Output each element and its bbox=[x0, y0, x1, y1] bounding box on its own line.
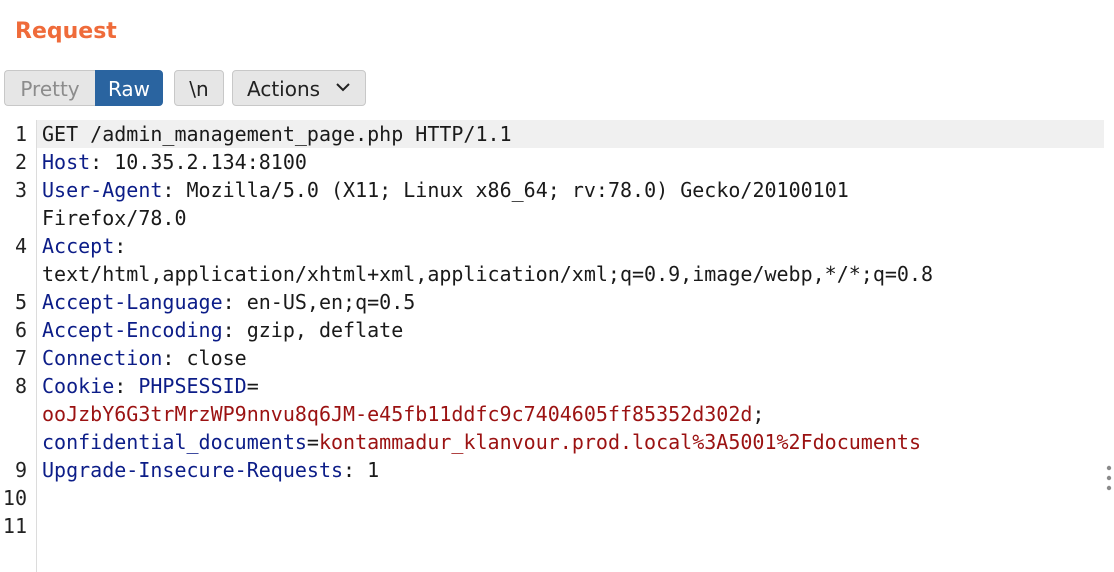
line-number: 6 bbox=[14, 318, 27, 342]
raw-tab[interactable]: Raw bbox=[95, 70, 163, 106]
cookie-entry: ooJzbY6G3trMrzWP9nnvu8q6JM-e45fb11ddfc9c… bbox=[42, 402, 765, 426]
header-host: Host: 10.35.2.134:8100 bbox=[42, 150, 307, 174]
chevron-down-icon bbox=[336, 83, 350, 92]
line-number: 8 bbox=[14, 374, 27, 398]
header-value-continued: Firefox/78.0 bbox=[42, 206, 187, 230]
header-accept-language: Accept-Language: en-US,en;q=0.5 bbox=[42, 290, 416, 314]
line-number: 3 bbox=[14, 178, 27, 202]
editor-line: 4 Accept: bbox=[0, 232, 1104, 260]
editor-line-wrap: ooJzbY6G3trMrzWP9nnvu8q6JM-e45fb11ddfc9c… bbox=[0, 400, 1104, 428]
header-connection: Connection: close bbox=[42, 346, 247, 370]
header-name: Connection bbox=[42, 346, 163, 370]
header-name: Accept bbox=[42, 234, 115, 258]
header-name: Accept-Encoding bbox=[42, 318, 223, 342]
editor-line: 7 Connection: close bbox=[0, 344, 1104, 372]
header-name: Host bbox=[42, 150, 91, 174]
header-value: gzip, deflate bbox=[246, 318, 404, 342]
more-vertical-icon[interactable] bbox=[1104, 464, 1114, 494]
header-user-agent: User-Agent: Mozilla/5.0 (X11; Linux x86_… bbox=[42, 178, 849, 202]
header-name: Upgrade-Insecure-Requests bbox=[42, 458, 344, 482]
editor-line: 5 Accept-Language: en-US,en;q=0.5 bbox=[0, 288, 1104, 316]
header-value: 1 bbox=[367, 458, 380, 482]
header-cookie: Cookie: PHPSESSID= bbox=[42, 374, 259, 398]
editor-line: 9 Upgrade-Insecure-Requests: 1 bbox=[0, 456, 1104, 484]
editor-line: 3 User-Agent: Mozilla/5.0 (X11; Linux x8… bbox=[0, 176, 1104, 204]
editor-line-wrap: Firefox/78.0 bbox=[0, 204, 1104, 232]
header-name: Cookie bbox=[42, 374, 115, 398]
line-number: 4 bbox=[14, 234, 27, 258]
editor-line: 11 bbox=[0, 512, 1104, 540]
header-value: 10.35.2.134:8100 bbox=[114, 150, 307, 174]
cookie-value: kontammadur_klanvour.prod.local%3A5001%2… bbox=[318, 430, 922, 454]
editor-line-wrap: confidential_documents=kontammadur_klanv… bbox=[0, 428, 1104, 456]
header-accept-encoding: Accept-Encoding: gzip, deflate bbox=[42, 318, 404, 342]
line-number: 5 bbox=[14, 290, 27, 314]
line-number: 10 bbox=[2, 486, 27, 510]
line-number: 9 bbox=[14, 458, 27, 482]
header-value: close bbox=[186, 346, 247, 370]
raw-request-editor[interactable]: 1 GET /admin_management_page.php HTTP/1.… bbox=[0, 120, 1104, 572]
editor-line: 10 bbox=[0, 484, 1104, 512]
line-number: 2 bbox=[14, 150, 27, 174]
header-name: Accept-Language bbox=[42, 290, 223, 314]
editor-line: 2 Host: 10.35.2.134:8100 bbox=[0, 148, 1104, 176]
panel-title: Request bbox=[15, 19, 117, 44]
editor-line: 6 Accept-Encoding: gzip, deflate bbox=[0, 316, 1104, 344]
editor-line: 1 GET /admin_management_page.php HTTP/1.… bbox=[0, 120, 1104, 148]
cookie-entry: confidential_documents=kontammadur_klanv… bbox=[42, 430, 922, 454]
header-upgrade-insecure-requests: Upgrade-Insecure-Requests: 1 bbox=[42, 458, 380, 482]
header-name: User-Agent bbox=[42, 178, 163, 202]
cookie-name: PHPSESSID bbox=[138, 374, 247, 398]
editor-line: 8 Cookie: PHPSESSID= bbox=[0, 372, 1104, 400]
cookie-value: ooJzbY6G3trMrzWP9nnvu8q6JM-e45fb11ddfc9c… bbox=[42, 402, 753, 426]
header-accept: Accept: bbox=[42, 234, 127, 258]
line-number: 11 bbox=[2, 514, 27, 538]
cookie-name: confidential_documents bbox=[42, 430, 307, 454]
request-line: GET /admin_management_page.php HTTP/1.1 bbox=[42, 122, 512, 146]
pretty-tab[interactable]: Pretty bbox=[4, 70, 95, 106]
actions-label: Actions bbox=[247, 77, 321, 101]
line-number: 7 bbox=[14, 346, 27, 370]
show-newlines-button[interactable]: \n bbox=[174, 70, 224, 106]
editor-line-wrap: text/html,application/xhtml+xml,applicat… bbox=[0, 260, 1104, 288]
header-value: en-US,en;q=0.5 bbox=[246, 290, 416, 314]
line-number: 1 bbox=[14, 122, 27, 146]
header-value: Mozilla/5.0 (X11; Linux x86_64; rv:78.0)… bbox=[186, 178, 849, 202]
header-value: text/html,application/xhtml+xml,applicat… bbox=[42, 262, 934, 286]
actions-dropdown[interactable]: Actions bbox=[232, 70, 366, 106]
